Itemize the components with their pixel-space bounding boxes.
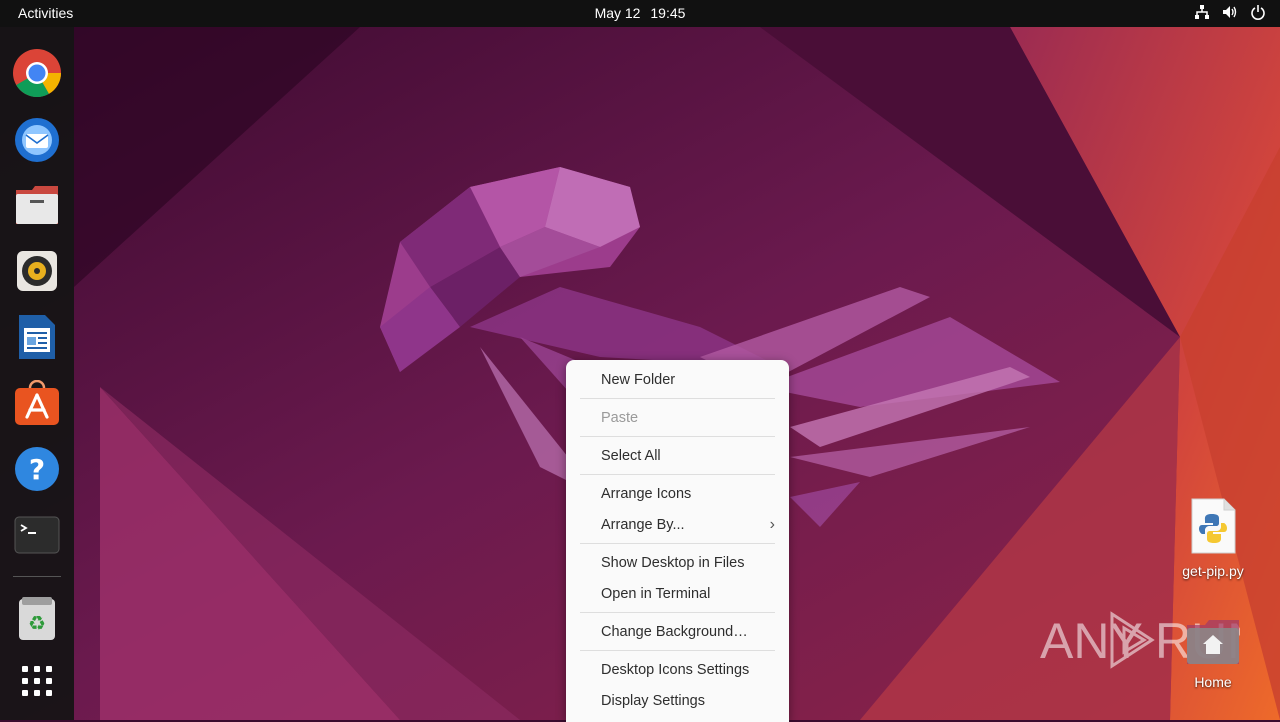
menu-item-arrange-by[interactable]: Arrange By... › <box>601 514 775 536</box>
clock-time: 19:45 <box>650 5 686 21</box>
menu-item-label: Change Background… <box>601 624 748 640</box>
dock-show-applications[interactable] <box>10 654 64 708</box>
menu-separator <box>580 474 775 475</box>
dock-help[interactable]: ? <box>10 442 64 496</box>
chrome-icon <box>13 49 62 98</box>
menu-item-show-desktop-in-files[interactable]: Show Desktop in Files <box>601 552 775 574</box>
dock-terminal[interactable] <box>10 508 64 562</box>
desktop-icon-get-pip[interactable]: get-pip.py <box>1171 498 1255 579</box>
trash-icon: ♻ <box>19 597 55 640</box>
dock-trash[interactable]: ♻ <box>10 591 64 645</box>
help-icon: ? <box>15 447 59 491</box>
app-grid-icon <box>22 666 52 696</box>
menu-item-paste: Paste <box>601 407 775 429</box>
svg-text:?: ? <box>29 453 45 486</box>
desktop-context-menu: New Folder Paste Select All Arrange Icon… <box>566 360 789 722</box>
power-icon[interactable] <box>1250 4 1266 20</box>
desktop-icon-label: get-pip.py <box>1182 563 1244 579</box>
software-icon <box>15 380 59 425</box>
chevron-right-icon: › <box>769 516 775 533</box>
dock-ubuntu-software[interactable] <box>10 376 64 430</box>
menu-item-open-in-terminal[interactable]: Open in Terminal <box>601 583 775 605</box>
dock-separator <box>13 576 61 577</box>
home-folder-icon <box>1187 620 1239 664</box>
terminal-icon <box>14 516 60 554</box>
menu-item-new-folder[interactable]: New Folder <box>601 369 775 391</box>
menu-separator <box>580 398 775 399</box>
writer-icon <box>19 315 55 359</box>
desktop-icon-home[interactable]: Home <box>1171 619 1255 690</box>
menu-item-label: Desktop Icons Settings <box>601 662 750 678</box>
dock-writer[interactable] <box>10 310 64 364</box>
menu-separator <box>580 612 775 613</box>
desktop-icon-label: Home <box>1194 674 1232 690</box>
dock: ? ♻ <box>0 27 74 720</box>
menu-item-label: Arrange By... <box>601 517 685 533</box>
top-bar: Activities May 12 19:45 <box>0 0 1280 27</box>
menu-item-arrange-icons[interactable]: Arrange Icons <box>601 483 775 505</box>
menu-item-select-all[interactable]: Select All <box>601 445 775 467</box>
dock-rhythmbox[interactable] <box>10 244 64 298</box>
rhythmbox-icon <box>17 251 57 291</box>
files-icon <box>16 186 58 224</box>
menu-item-label: Select All <box>601 448 661 464</box>
dock-chrome[interactable] <box>10 46 64 100</box>
menu-separator <box>580 543 775 544</box>
menu-item-label: Open in Terminal <box>601 586 711 602</box>
volume-icon[interactable] <box>1222 4 1238 20</box>
menu-item-label: Paste <box>601 410 639 426</box>
menu-item-label: New Folder <box>601 372 676 388</box>
menu-item-display-settings[interactable]: Display Settings <box>601 690 775 712</box>
system-tray[interactable] <box>1194 4 1266 20</box>
network-icon[interactable] <box>1194 4 1210 20</box>
clock-date: May 12 <box>594 5 641 21</box>
menu-item-label: Arrange Icons <box>601 486 692 502</box>
svg-text:♻: ♻ <box>28 611 46 635</box>
svg-text:ANY: ANY <box>1040 613 1143 669</box>
dock-files[interactable] <box>10 178 64 232</box>
menu-item-label: Show Desktop in Files <box>601 555 745 571</box>
python-file-icon <box>1191 498 1236 554</box>
dock-thunderbird[interactable] <box>10 112 64 166</box>
menu-separator <box>580 650 775 651</box>
menu-item-desktop-icons-settings[interactable]: Desktop Icons Settings <box>601 659 775 681</box>
menu-item-label: Display Settings <box>601 693 705 709</box>
thunderbird-icon <box>15 118 59 162</box>
menu-separator <box>580 436 775 437</box>
menu-item-change-background[interactable]: Change Background… <box>601 621 775 643</box>
clock[interactable]: May 12 19:45 <box>0 5 1280 21</box>
